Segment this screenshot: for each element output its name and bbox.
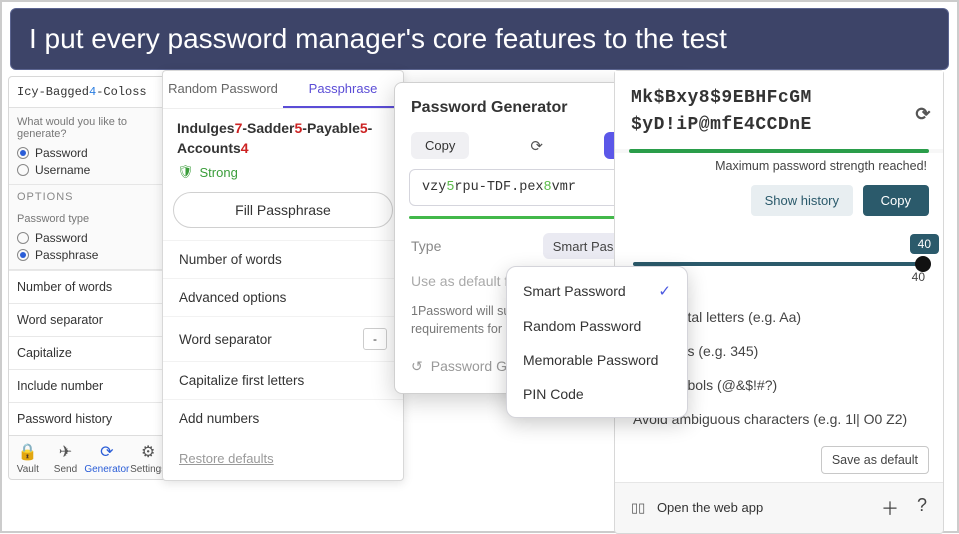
open-web-link[interactable]: Open the web app: [657, 500, 763, 515]
save-default-button[interactable]: Save as default: [821, 446, 929, 474]
generate-question: What would you like to generate?: [17, 116, 159, 140]
bottom-nav: 🔒Vault ✈Send ⟳Generator ⚙Settings: [9, 435, 167, 479]
nav-send[interactable]: ✈Send: [47, 436, 85, 479]
panel-bitwarden: Icy-Bagged4-Coloss What would you like t…: [8, 76, 168, 480]
options-header: OPTIONS: [9, 185, 167, 205]
sample-password: Icy-Bagged4-Coloss: [9, 77, 167, 108]
type-label: Type: [411, 238, 441, 254]
dropdown-item-smart[interactable]: Smart Password✓: [507, 273, 687, 309]
refresh-icon: ⟳: [84, 442, 129, 462]
opt-capitalize-first[interactable]: Capitalize first letters: [163, 361, 403, 399]
radio-on-icon: [17, 249, 29, 261]
panel-dashlane: Random Password Passphrase Indulges7-Sad…: [162, 70, 404, 481]
generate-section: What would you like to generate? Passwor…: [9, 108, 167, 185]
pwtype-label: Password type: [17, 213, 159, 225]
radio-on-icon: [17, 147, 29, 159]
show-history-button[interactable]: Show history: [751, 185, 853, 216]
row-num-words[interactable]: Number of words: [9, 270, 167, 303]
shield-icon: 🛡: [177, 164, 194, 180]
refresh-icon[interactable]: ⟳: [530, 137, 543, 155]
row-include-number[interactable]: Include number: [9, 369, 167, 402]
dropdown-item-random[interactable]: Random Password: [507, 309, 687, 343]
generated-passphrase: Indulges7-Sadder5-Payable5-Accounts4: [163, 109, 403, 162]
generated-password-large: Mk$Bxy8$9EBHFcGM$yD!iP@mfE4CCDnE ⟳: [615, 71, 943, 149]
fill-passphrase-button[interactable]: Fill Passphrase: [173, 192, 393, 228]
strength-indicator: 🛡Strong: [163, 162, 403, 192]
send-icon: ✈: [47, 442, 85, 462]
type-dropdown: Smart Password✓ Random Password Memorabl…: [506, 266, 688, 418]
help-icon[interactable]: ?: [917, 495, 927, 521]
length-bubble: 40: [910, 234, 939, 254]
headline-banner: I put every password manager's core feat…: [10, 8, 949, 70]
pause-icon[interactable]: ▯▯: [631, 500, 645, 515]
row-password-history[interactable]: Password history: [9, 402, 167, 435]
check-icon: ✓: [658, 282, 671, 300]
radio-off-icon: [17, 232, 29, 244]
tab-passphrase[interactable]: Passphrase: [283, 71, 403, 108]
radio-type-password[interactable]: Password: [17, 231, 159, 245]
radio-off-icon: [17, 164, 29, 176]
dropdown-item-memorable[interactable]: Memorable Password: [507, 343, 687, 377]
opt-word-separator[interactable]: Word separator-: [163, 316, 403, 361]
reload-icon[interactable]: ⟳: [915, 103, 931, 130]
row-word-separator[interactable]: Word separator: [9, 303, 167, 336]
tabs: Random Password Passphrase: [163, 71, 403, 109]
opt-num-words[interactable]: Number of words: [163, 240, 403, 278]
popup-title: Password Generator: [411, 99, 568, 117]
copy-button[interactable]: Copy: [411, 132, 469, 159]
opt-add-numbers[interactable]: Add numbers: [163, 399, 403, 437]
strength-message: Maximum password strength reached!: [615, 153, 943, 183]
dropdown-item-pin[interactable]: PIN Code: [507, 377, 687, 411]
history-icon: ↺: [411, 358, 423, 374]
radio-username[interactable]: Username: [17, 163, 159, 177]
separator-input[interactable]: -: [363, 328, 387, 350]
restore-defaults-link[interactable]: Restore defaults: [163, 437, 403, 480]
radio-type-passphrase[interactable]: Passphrase: [17, 248, 159, 262]
plus-icon[interactable]: ＋: [881, 495, 899, 521]
opt-advanced[interactable]: Advanced options: [163, 278, 403, 316]
nav-generator[interactable]: ⟳Generator: [84, 436, 129, 479]
radio-password[interactable]: Password: [17, 146, 159, 160]
nav-vault[interactable]: 🔒Vault: [9, 436, 47, 479]
tab-random[interactable]: Random Password: [163, 71, 283, 108]
lock-icon: 🔒: [9, 442, 47, 462]
row-capitalize[interactable]: Capitalize: [9, 336, 167, 369]
slider-knob[interactable]: [915, 256, 931, 272]
password-type-section: Password type Password Passphrase: [9, 205, 167, 270]
copy-button[interactable]: Copy: [863, 185, 929, 216]
